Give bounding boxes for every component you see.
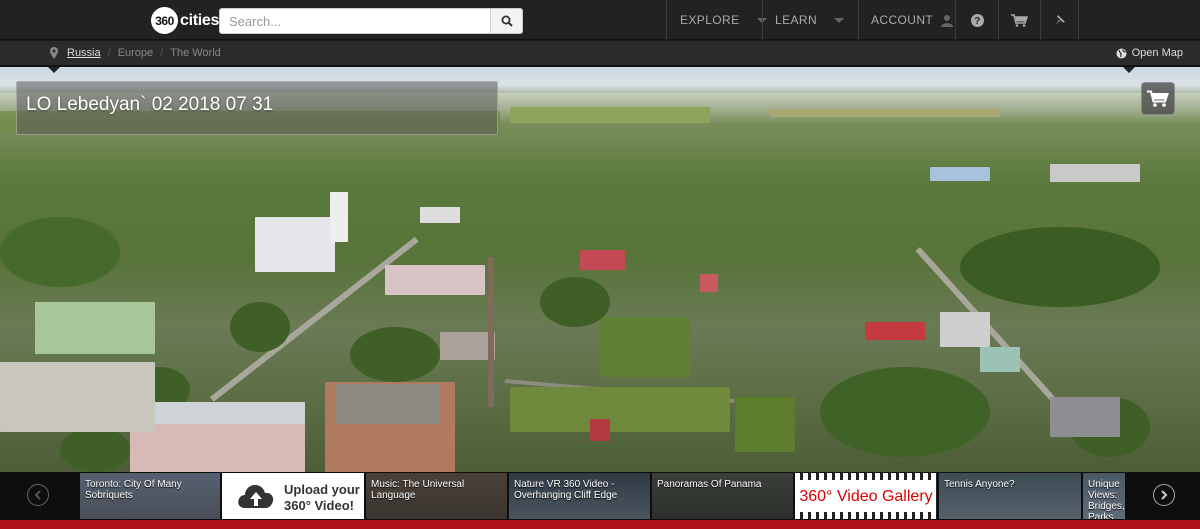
featured-item[interactable]: Unique Views: Bridges, Parks & Squares: [1083, 473, 1125, 519]
breadcrumb-separator: /: [160, 47, 164, 59]
tree-cluster: [820, 367, 990, 457]
breadcrumb-russia[interactable]: Russia: [67, 47, 101, 59]
location-pin-icon: [50, 47, 58, 59]
cloud-upload-icon: [238, 485, 274, 508]
tree-cluster: [0, 217, 120, 287]
tree-cluster: [60, 427, 130, 472]
viewport-notch-left: [48, 67, 60, 73]
nav-account[interactable]: ACCOUNT: [858, 0, 955, 40]
panorama-viewer[interactable]: LO Lebedyan` 02 2018 07 31: [0, 67, 1200, 472]
chevron-right-icon: [1161, 490, 1168, 500]
building: [700, 274, 718, 292]
search-bar: [219, 8, 523, 34]
garden-plot: [600, 317, 690, 377]
featured-item-label: Music: The Universal Language: [371, 479, 465, 501]
building: [865, 322, 925, 340]
upload-video-label: Upload your 360° Video!: [284, 482, 360, 513]
breadcrumb-bar: Russia / Europe / The World Open Map: [0, 41, 1200, 67]
building: [1050, 397, 1120, 437]
distant-field: [770, 109, 1000, 117]
featured-item[interactable]: Tennis Anyone?: [939, 473, 1081, 519]
breadcrumb-separator: /: [107, 47, 111, 59]
distant-field: [510, 107, 710, 123]
featured-item-label: Unique Views: Bridges, Parks & Squares: [1088, 479, 1125, 519]
search-button[interactable]: [491, 8, 523, 34]
building: [590, 419, 610, 441]
help-button[interactable]: ?: [955, 0, 998, 40]
strip-prev-button[interactable]: [27, 484, 49, 506]
chevron-down-icon: [834, 17, 845, 23]
chevron-left-icon: [34, 490, 41, 500]
nav-account-label: ACCOUNT: [871, 13, 934, 27]
building: [940, 312, 990, 347]
cart-icon: [1011, 13, 1028, 27]
tree-cluster: [960, 227, 1160, 307]
footer-accent-bar: [0, 520, 1200, 529]
building-roof: [335, 384, 440, 424]
tree-cluster: [230, 302, 290, 352]
building: [420, 207, 460, 223]
cart-icon: [1147, 90, 1169, 107]
strip-next-button[interactable]: [1153, 484, 1175, 506]
tree-cluster: [540, 277, 610, 327]
main-nav: EXPLORE LEARN ACCOUNT ?: [666, 0, 1079, 40]
building: [0, 362, 155, 432]
building: [980, 347, 1020, 372]
user-icon: [941, 14, 954, 27]
search-icon: [501, 15, 513, 27]
logo-badge: 360: [151, 7, 178, 34]
featured-item-label: Panoramas Of Panama: [657, 479, 762, 490]
garden-plot: [510, 387, 730, 432]
pin-icon: [1054, 14, 1065, 26]
featured-item-label: Nature VR 360 Video - Overhanging Cliff …: [514, 479, 618, 501]
panorama-title: LO Lebedyan` 02 2018 07 31: [26, 94, 274, 115]
antenna-mast: [488, 257, 494, 407]
cart-button[interactable]: [998, 0, 1040, 40]
tree-cluster: [350, 327, 440, 382]
help-icon: ?: [970, 13, 984, 27]
open-map-link[interactable]: Open Map: [1116, 41, 1183, 65]
svg-text:?: ?: [974, 16, 981, 27]
logo-text: cities: [180, 11, 220, 29]
panorama-title-box: LO Lebedyan` 02 2018 07 31: [16, 81, 498, 135]
building: [580, 250, 625, 270]
featured-item[interactable]: Music: The Universal Language: [366, 473, 507, 519]
open-map-label: Open Map: [1131, 47, 1183, 59]
building: [1050, 164, 1140, 182]
garden-plot: [735, 397, 795, 452]
viewport-notch-right: [1123, 67, 1135, 73]
building-roof: [130, 402, 305, 424]
breadcrumb: Russia / Europe / The World: [50, 41, 221, 65]
building: [440, 332, 495, 360]
pin-button[interactable]: [1040, 0, 1079, 40]
video-gallery-banner[interactable]: 360° Video Gallery: [795, 473, 937, 519]
featured-strip: Toronto: City Of Many Sobriquets Upload …: [0, 472, 1200, 520]
breadcrumb-world[interactable]: The World: [170, 47, 221, 59]
upload-video-banner[interactable]: Upload your 360° Video!: [222, 473, 364, 519]
nav-explore-label: EXPLORE: [680, 13, 740, 27]
featured-item[interactable]: Nature VR 360 Video - Overhanging Cliff …: [509, 473, 650, 519]
globe-icon: [1116, 48, 1127, 58]
building: [930, 167, 990, 181]
buy-panorama-button[interactable]: [1141, 82, 1175, 115]
building: [35, 302, 155, 354]
breadcrumb-europe[interactable]: Europe: [118, 47, 153, 59]
video-gallery-label: 360° Video Gallery: [799, 480, 933, 512]
nav-learn-label: LEARN: [775, 13, 818, 27]
church: [255, 217, 335, 272]
featured-item[interactable]: Panoramas Of Panama: [652, 473, 793, 519]
featured-item-label: Tennis Anyone?: [944, 479, 1015, 490]
search-input[interactable]: [219, 8, 491, 34]
building: [385, 265, 485, 295]
nav-learn[interactable]: LEARN: [762, 0, 858, 40]
featured-item[interactable]: Toronto: City Of Many Sobriquets: [80, 473, 220, 519]
nav-explore[interactable]: EXPLORE: [666, 0, 767, 40]
top-navigation-bar: 360 cities EXPLORE LEARN ACCOUNT: [0, 0, 1200, 40]
bell-tower: [330, 192, 348, 242]
site-logo[interactable]: 360 cities: [151, 7, 219, 34]
featured-item-label: Toronto: City Of Many Sobriquets: [85, 479, 182, 501]
